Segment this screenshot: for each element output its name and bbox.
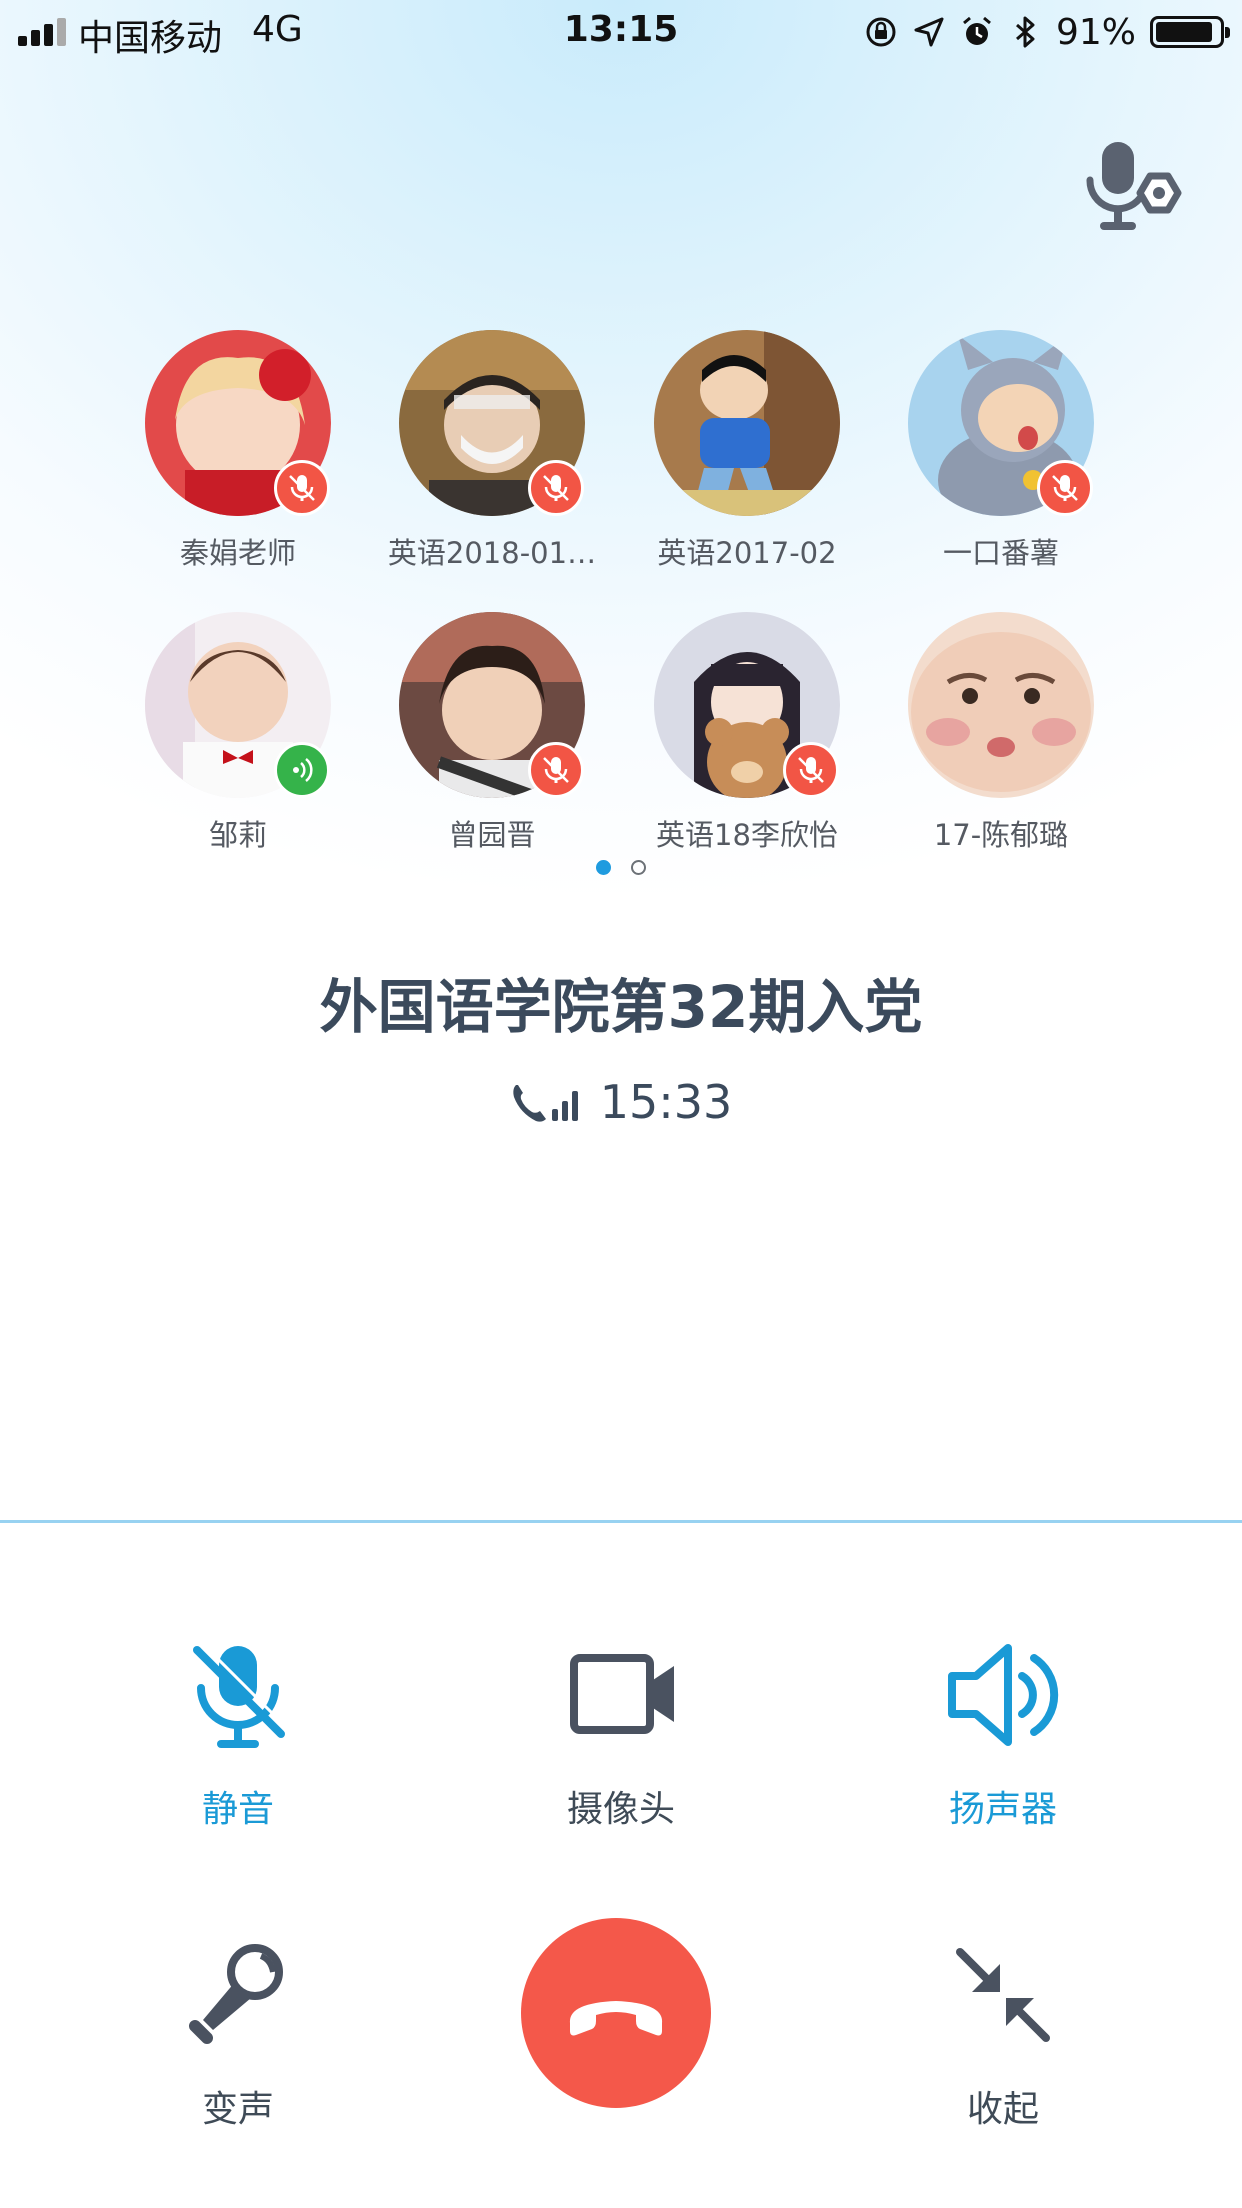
speaker-label: 扬声器 [948,1789,1057,1830]
voice-changer-label: 变声 [201,2089,274,2130]
mic-off-icon [193,1642,289,1748]
camera-label: 摄像头 [566,1789,675,1830]
participant-name: 一口番薯 [942,536,1059,570]
alarm-icon [963,16,991,45]
battery-fill [1156,22,1212,42]
status-bar: 中国移动 4G 13:15 91% [0,0,1242,62]
page-dot-active[interactable] [596,860,612,875]
muted-mic-badge-icon [1037,460,1093,516]
muted-mic-badge-icon [528,460,584,516]
muted-mic-badge-icon [783,742,839,798]
participant-name: 秦娟老师 [179,536,296,570]
call-duration: 15:33 [0,1075,1242,1129]
participant-name: 英语18李欣怡 [656,818,838,852]
avatar [654,330,840,516]
controls-divider [0,1520,1242,1523]
muted-mic-badge-icon [274,460,330,516]
mute-button[interactable]: 静音 [88,1630,388,1832]
voice-changer-icon [189,1944,283,2044]
status-icons: 91% [864,10,1230,54]
camera-button[interactable]: 摄像头 [471,1630,771,1832]
camera-icon [570,1654,674,1734]
call-title: 外国语学院第32期入党 [319,973,923,1041]
muted-mic-badge-icon [528,742,584,798]
speaker-icon [948,1644,1059,1746]
call-signal-icon [513,1085,578,1122]
minimize-label: 收起 [966,2089,1039,2130]
hangup-button[interactable] [521,1918,711,2108]
voice-changer-button[interactable]: 变声 [88,1930,388,2132]
battery-percent: 91% [1055,11,1136,53]
hangup-phone-icon [569,2001,663,2036]
participant-name: 邹莉 [208,818,267,852]
collapse-arrows-icon [956,1948,1050,2042]
orientation-lock-icon [866,17,896,47]
page-indicator[interactable] [0,860,1242,879]
battery-icon [1150,16,1230,48]
mute-label: 静音 [201,1789,274,1830]
voice-settings-icon[interactable] [1080,138,1184,242]
avatar [908,612,1094,798]
speaker-button[interactable]: 扬声器 [853,1630,1153,1832]
participant-name: 17-陈郁璐 [933,818,1069,852]
voice-call-screen: 中国移动 4G 13:15 91% 秦娟老师 英语2018-01… 英语2017… [0,0,1242,2208]
call-duration-text: 15:33 [599,1075,733,1129]
minimize-button[interactable]: 收起 [853,1930,1153,2132]
bluetooth-icon [1015,16,1035,48]
location-icon [914,17,944,47]
speaking-badge-icon [274,742,330,798]
participant-name: 曾园晋 [448,818,536,852]
page-dot[interactable] [630,860,646,875]
participant-name: 英语2017-02 [657,536,837,570]
participant-name: 英语2018-01… [387,536,597,570]
